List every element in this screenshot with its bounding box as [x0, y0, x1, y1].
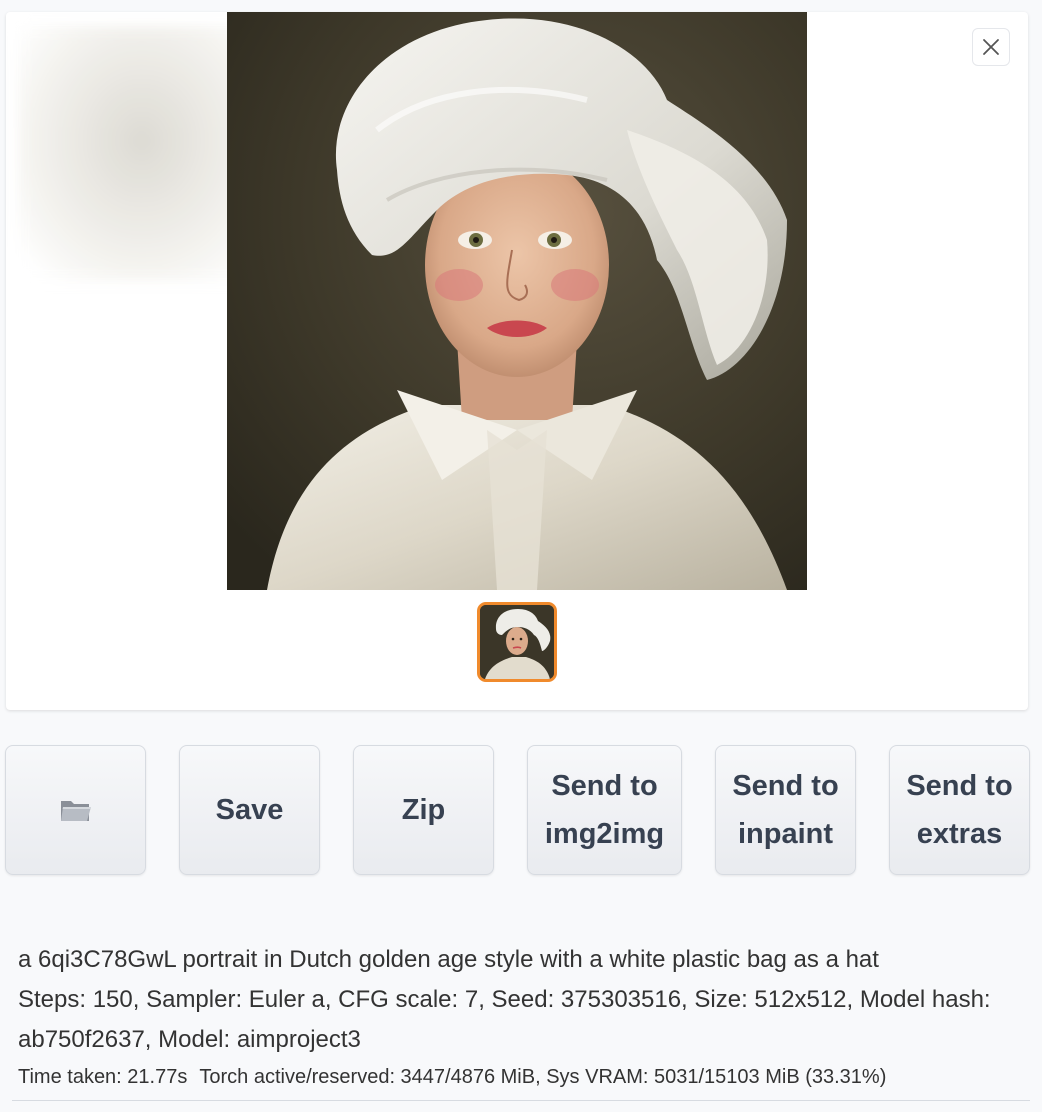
folder-icon — [60, 801, 91, 821]
zip-label: Zip — [401, 794, 446, 826]
generation-info: a 6qi3C78GwL portrait in Dutch golden ag… — [18, 940, 1028, 1060]
send-to-inpaint-label: Send to inpaint — [732, 770, 839, 850]
blurred-background — [18, 26, 243, 281]
zip-button[interactable]: Zip — [353, 745, 494, 875]
params-text: Steps: 150, Sampler: Euler a, CFG scale:… — [18, 986, 991, 1053]
divider — [12, 1100, 1030, 1101]
send-to-inpaint-button[interactable]: Send to inpaint — [715, 745, 856, 875]
send-to-extras-label: Send to extras — [906, 770, 1013, 850]
memory-usage: Torch active/reserved: 3447/4876 MiB, Sy… — [199, 1066, 887, 1088]
save-label: Save — [215, 794, 284, 826]
image-gallery — [6, 12, 1028, 710]
close-button[interactable] — [972, 28, 1010, 66]
thumbnail-selected[interactable] — [477, 602, 557, 682]
send-to-extras-button[interactable]: Send to extras — [889, 745, 1030, 875]
open-folder-button[interactable] — [5, 745, 146, 875]
generated-image[interactable] — [227, 12, 807, 590]
prompt-text: a 6qi3C78GwL portrait in Dutch golden ag… — [18, 946, 879, 973]
send-to-img2img-button[interactable]: Send to img2img — [527, 745, 682, 875]
performance-stats: Time taken: 21.77s Torch active/reserved:… — [18, 1066, 898, 1089]
save-button[interactable]: Save — [179, 745, 320, 875]
send-to-img2img-label: Send to img2img — [544, 770, 665, 850]
time-taken: Time taken: 21.77s — [18, 1066, 188, 1088]
close-icon — [983, 39, 999, 55]
